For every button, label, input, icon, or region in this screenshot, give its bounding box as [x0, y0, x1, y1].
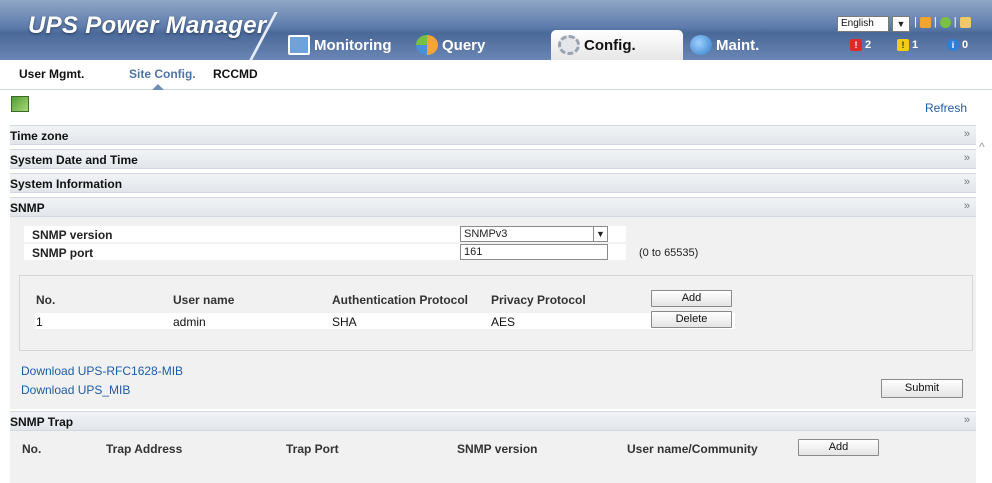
snmp-port-range: (0 to 65535)	[639, 247, 699, 259]
refresh-link[interactable]: Refresh	[925, 101, 967, 115]
table-row[interactable]	[35, 313, 735, 329]
column-header: SNMP version	[457, 442, 538, 456]
subnav-rccmd[interactable]: RCCMD	[213, 67, 258, 81]
header-tool-icons: | | |	[914, 16, 971, 28]
help-icon[interactable]	[939, 16, 951, 28]
user-name-cell: admin	[173, 315, 206, 329]
section-time-zone[interactable]: Time zone »	[10, 125, 976, 145]
section-system-info[interactable]: System Information »	[10, 173, 976, 193]
warning-alarm-indicator[interactable]: ! 1	[897, 39, 918, 51]
collapse-icon[interactable]: »	[964, 414, 970, 426]
section-title: SNMP Trap	[10, 415, 74, 429]
critical-alarm-icon: !	[850, 39, 862, 51]
column-header: Privacy Protocol	[491, 293, 586, 307]
top-banner: UPS Power Manager Monitoring Query Confi…	[0, 0, 992, 60]
globe-icon	[690, 35, 712, 55]
section-snmp[interactable]: SNMP »	[10, 197, 976, 217]
column-header: Authentication Protocol	[332, 293, 468, 307]
download-ups-mib-link[interactable]: Download UPS_MIB	[21, 383, 130, 397]
section-snmp-trap[interactable]: SNMP Trap »	[10, 411, 976, 431]
snmp-version-select[interactable]: SNMPv3	[460, 226, 608, 242]
snmp-panel: SNMP version SNMPv3 ▼ SNMP port 161 (0 t…	[10, 217, 976, 409]
section-title: System Date and Time	[10, 153, 138, 167]
delete-user-button[interactable]: Delete	[651, 311, 732, 328]
tab-maint[interactable]: Maint.	[690, 30, 759, 60]
active-subnav-caret	[152, 84, 164, 90]
snmp-port-label: SNMP port	[32, 246, 94, 260]
gear-icon	[558, 35, 580, 55]
section-title: Time zone	[10, 129, 69, 143]
expand-icon[interactable]: »	[964, 176, 970, 188]
section-title: SNMP	[10, 201, 45, 215]
add-trap-button[interactable]: Add	[798, 439, 879, 456]
app-title: UPS Power Manager	[28, 12, 267, 39]
pie-chart-icon	[416, 35, 438, 55]
snmp-users-table: No. User name Authentication Protocol Pr…	[19, 275, 973, 351]
info-alarm-icon: i	[947, 39, 959, 51]
tab-maint-label: Maint.	[716, 36, 760, 54]
tab-monitoring[interactable]: Monitoring	[288, 30, 391, 60]
submit-button[interactable]: Submit	[881, 379, 963, 398]
column-header: No.	[36, 293, 56, 307]
collapse-icon[interactable]: »	[964, 200, 970, 212]
section-title: System Information	[10, 177, 123, 191]
user-no-cell: 1	[36, 315, 43, 329]
snmp-trap-panel: No. Trap Address Trap Port SNMP version …	[10, 431, 976, 483]
language-select[interactable]: English	[837, 16, 889, 32]
tab-query-label: Query	[442, 36, 486, 54]
scroll-up-icon[interactable]: ^	[979, 140, 985, 154]
tab-config[interactable]: Config.	[551, 30, 683, 60]
logout-icon[interactable]	[959, 16, 971, 28]
column-header: Trap Address	[106, 442, 183, 456]
export-icon[interactable]	[11, 96, 29, 112]
info-alarm-indicator[interactable]: i 0	[947, 39, 968, 51]
user-icon[interactable]	[919, 16, 931, 28]
critical-alarm-count: 2	[865, 39, 872, 51]
snmp-version-label: SNMP version	[32, 228, 113, 242]
subnav-site-config[interactable]: Site Config.	[129, 67, 196, 81]
sub-navigation: User Mgmt. Site Config. RCCMD	[0, 60, 992, 90]
info-alarm-count: 0	[962, 39, 969, 51]
tab-query[interactable]: Query	[416, 30, 485, 60]
expand-icon[interactable]: »	[964, 152, 970, 164]
auth-protocol-cell: SHA	[332, 315, 357, 329]
subnav-user-mgmt[interactable]: User Mgmt.	[19, 67, 84, 81]
chevron-down-icon[interactable]: ▼	[892, 16, 910, 32]
tab-config-label: Config.	[584, 36, 636, 54]
section-date-time[interactable]: System Date and Time »	[10, 149, 976, 169]
warning-alarm-icon: !	[897, 39, 909, 51]
chevron-down-icon[interactable]: ▼	[593, 226, 608, 242]
column-header: User name	[173, 293, 235, 307]
snmp-port-input[interactable]: 161	[460, 244, 608, 260]
column-header: Trap Port	[286, 442, 339, 456]
column-header: No.	[22, 442, 42, 456]
warning-alarm-count: 1	[912, 39, 919, 51]
add-user-button[interactable]: Add	[651, 290, 732, 307]
download-rfc1628-mib-link[interactable]: Download UPS-RFC1628-MIB	[21, 364, 183, 378]
tab-monitoring-label: Monitoring	[314, 36, 392, 54]
monitor-icon	[288, 35, 310, 55]
critical-alarm-indicator[interactable]: ! 2	[850, 39, 871, 51]
privacy-protocol-cell: AES	[491, 315, 516, 329]
expand-icon[interactable]: »	[964, 128, 970, 140]
column-header: User name/Community	[627, 442, 758, 456]
